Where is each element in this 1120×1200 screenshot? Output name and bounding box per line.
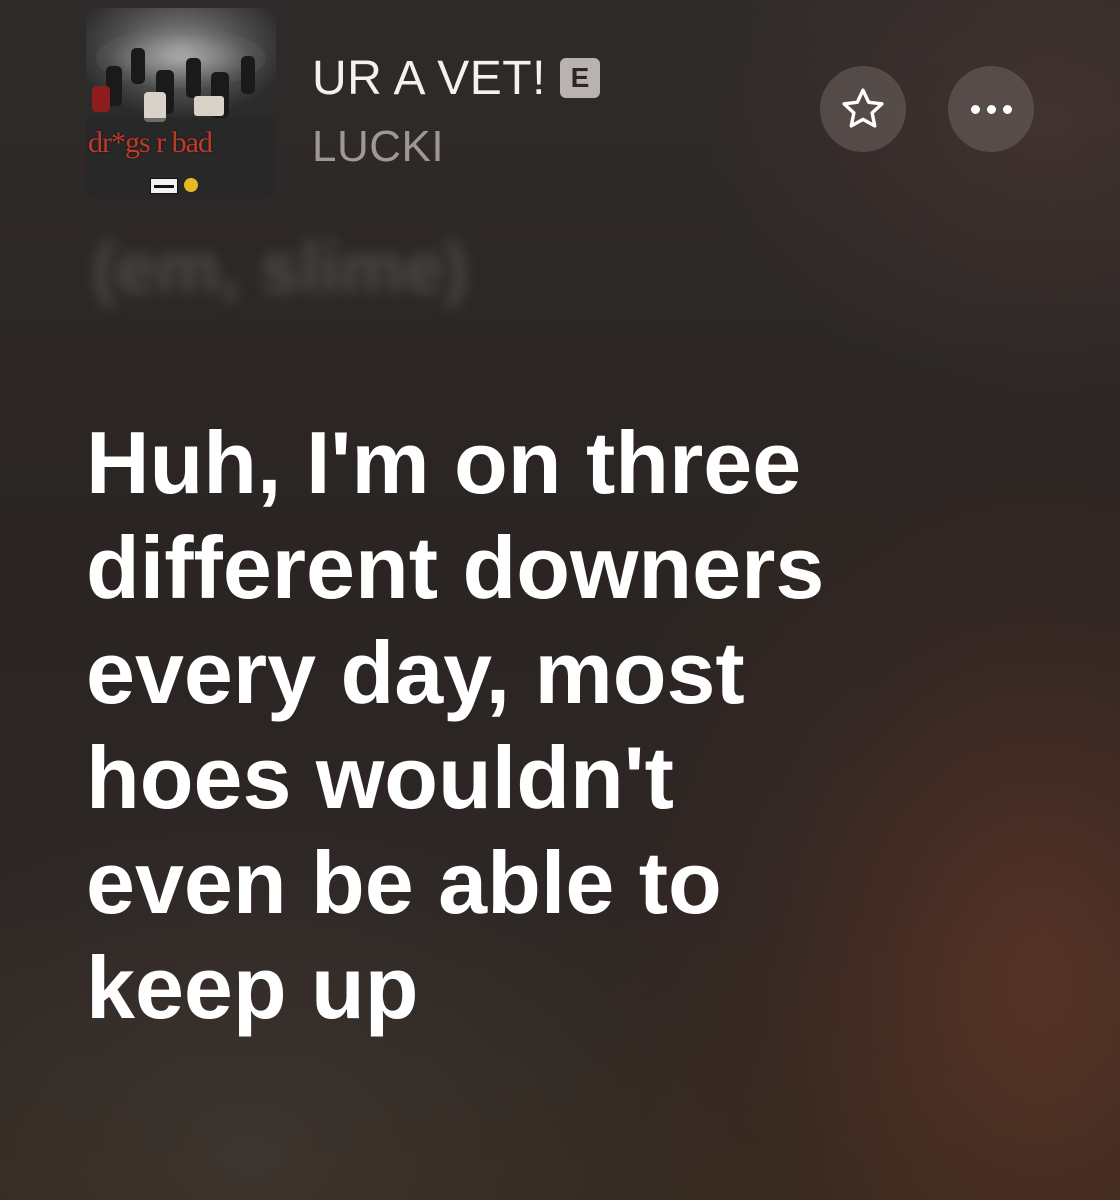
ellipsis-dot	[970, 104, 980, 114]
lyric-line-text: every day, most	[86, 623, 745, 722]
lyric-line-text: different downers	[86, 518, 825, 617]
artist-name[interactable]: LUCKI	[312, 122, 444, 172]
ellipsis-dot	[986, 104, 996, 114]
previous-lyric-line[interactable]: (em, slime)	[92, 228, 468, 310]
lyric-line-text: keep up	[86, 938, 419, 1037]
parental-advisory-icon	[150, 178, 178, 194]
star-outline-icon	[842, 88, 884, 128]
ellipsis-dot	[1002, 104, 1012, 114]
artwork-figures	[86, 48, 276, 198]
song-title-row: UR A VET! E	[312, 50, 600, 106]
lyric-line-text: even be able to	[86, 833, 722, 932]
now-playing-header: dr*gs r bad UR A VET! E LUCKI	[0, 0, 1120, 210]
lyric-line-text: Huh, I'm on three	[86, 413, 802, 512]
song-title[interactable]: UR A VET!	[312, 51, 546, 106]
favorite-button[interactable]	[820, 66, 906, 152]
more-options-button[interactable]	[948, 66, 1034, 152]
ellipsis-icon	[970, 104, 1012, 114]
lyric-line-text: hoes wouldn't	[86, 728, 674, 827]
smiley-icon	[184, 178, 198, 192]
artwork-title-text: dr*gs r bad	[88, 126, 213, 159]
current-lyric-line[interactable]: Huh, I'm on three different downers ever…	[86, 410, 1046, 1040]
album-artwork[interactable]: dr*gs r bad	[86, 8, 276, 198]
explicit-badge: E	[559, 58, 600, 98]
